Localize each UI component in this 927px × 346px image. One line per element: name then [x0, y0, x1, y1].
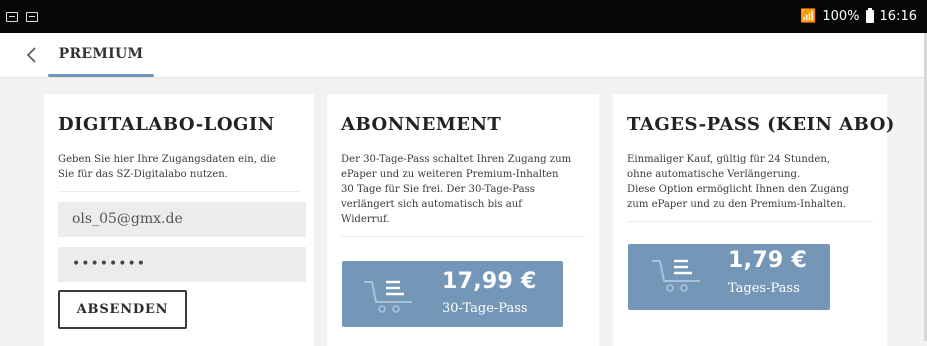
subscription-description: Der 30-Tage-Pass schaltet Ihren Zugang z… — [341, 154, 572, 225]
buy-day-pass-button[interactable]: 1,79 € Tages-Pass — [628, 244, 830, 310]
password-field[interactable] — [58, 247, 306, 282]
day-pass-card: TAGES-PASS (KEIN ABO) Einmaliger Kauf, g… — [613, 94, 895, 346]
price: 1,79 € — [728, 248, 808, 273]
chevron-left-icon — [26, 47, 36, 63]
tab-premium-label: PREMIUM — [58, 46, 144, 62]
login-card: DIGITALABO-LOGIN Geben Sie hier Ihre Zug… — [44, 94, 314, 346]
cart-icon — [364, 280, 412, 313]
battery-percentage: 100% — [822, 9, 860, 24]
clock: 16:16 — [879, 9, 917, 24]
tab-premium[interactable]: PREMIUM — [48, 33, 154, 77]
price: 17,99 € — [442, 269, 537, 294]
price-label: Tages-Pass — [728, 281, 800, 296]
battery-icon — [865, 8, 874, 23]
subscription-card: ABONNEMENT Der 30-Tage-Pass schaltet Ihr… — [327, 94, 599, 346]
divider — [627, 221, 873, 222]
divider — [341, 236, 585, 237]
login-title: DIGITALABO-LOGIN — [58, 114, 275, 135]
submit-button[interactable]: ABSENDEN — [58, 290, 187, 329]
email-field[interactable] — [58, 202, 306, 237]
buy-30-day-pass-button[interactable]: 17,99 € 30-Tage-Pass — [342, 261, 563, 327]
tab-active-indicator — [48, 74, 154, 77]
price-label: 30-Tage-Pass — [442, 301, 528, 316]
day-pass-description: Einmaliger Kauf, gültig für 24 Stunden, … — [627, 154, 850, 210]
screenshot-icon — [26, 11, 38, 22]
day-pass-title: TAGES-PASS (KEIN ABO) — [627, 114, 895, 135]
status-bar-right: 📶 100% 16:16 — [800, 0, 917, 33]
login-description: Geben Sie hier Ihre Zugangsdaten ein, di… — [58, 154, 276, 180]
message-icon — [6, 11, 18, 22]
wifi-icon: 📶 — [800, 9, 817, 24]
status-bar: 📶 100% 16:16 — [0, 0, 927, 33]
subscription-title: ABONNEMENT — [341, 114, 502, 135]
cart-icon — [652, 259, 700, 292]
divider — [58, 191, 300, 192]
status-bar-left — [6, 0, 38, 33]
app-bar: PREMIUM — [0, 33, 927, 78]
back-button[interactable] — [22, 43, 42, 67]
